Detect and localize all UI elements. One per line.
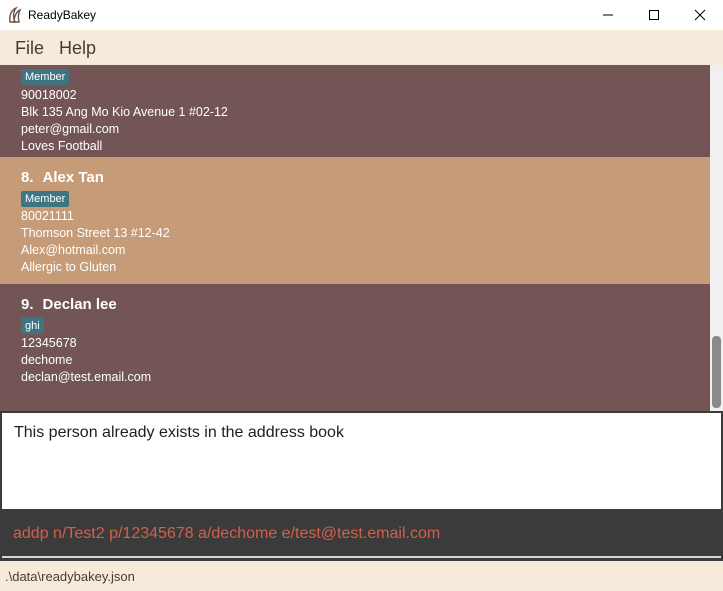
person-email: declan@test.email.com bbox=[21, 370, 152, 384]
person-phone: 90018002 bbox=[21, 88, 77, 102]
minimize-icon bbox=[603, 14, 613, 16]
maximize-button[interactable] bbox=[631, 0, 677, 30]
person-phone: 12345678 bbox=[21, 336, 77, 350]
person-card[interactable]: Member 90018002 Blk 135 Ang Mo Kio Avenu… bbox=[0, 65, 710, 157]
title-bar: ReadyBakey bbox=[0, 0, 723, 30]
command-input[interactable] bbox=[0, 511, 723, 556]
window-title: ReadyBakey bbox=[28, 8, 97, 22]
person-remark: Allergic to Gluten bbox=[21, 260, 117, 274]
maximize-icon bbox=[649, 10, 659, 20]
person-email: Alex@hotmail.com bbox=[21, 243, 126, 257]
person-email: peter@gmail.com bbox=[21, 122, 120, 136]
person-name: 9. Declan lee bbox=[21, 296, 117, 313]
menu-help[interactable]: Help bbox=[59, 38, 96, 59]
person-name-text: Alex Tan bbox=[42, 169, 104, 186]
save-file-path: .\data\readybakey.json bbox=[5, 569, 135, 584]
result-message: This person already exists in the addres… bbox=[14, 424, 344, 441]
person-card-selected[interactable]: 8. Alex Tan Member 80021111 Thomson Stree… bbox=[0, 157, 710, 284]
command-box bbox=[0, 511, 723, 561]
status-bar: .\data\readybakey.json bbox=[0, 561, 723, 591]
close-button[interactable] bbox=[677, 0, 723, 30]
person-name-text: Declan lee bbox=[42, 296, 117, 313]
close-icon bbox=[694, 9, 706, 21]
person-name: 8. Alex Tan bbox=[21, 169, 104, 186]
minimize-button[interactable] bbox=[585, 0, 631, 30]
person-phone: 80021111 bbox=[21, 209, 74, 223]
result-display: This person already exists in the addres… bbox=[0, 411, 723, 511]
person-index: 9. bbox=[21, 296, 34, 313]
bakery-logo-icon bbox=[9, 6, 22, 23]
person-tag: Member bbox=[21, 191, 70, 207]
command-underline bbox=[2, 556, 721, 558]
menu-file[interactable]: File bbox=[15, 38, 44, 59]
person-remark: Loves Football bbox=[21, 139, 103, 153]
person-address: Blk 135 Ang Mo Kio Avenue 1 #02-12 bbox=[21, 105, 228, 119]
person-address: dechome bbox=[21, 353, 73, 367]
person-tag: Member bbox=[21, 69, 70, 85]
menu-bar: File Help bbox=[0, 30, 723, 65]
list-scrollbar-thumb[interactable] bbox=[712, 336, 721, 408]
person-address: Thomson Street 13 #12-42 bbox=[21, 226, 170, 240]
person-card[interactable]: 9. Declan lee ghi 12345678 dechome declan… bbox=[0, 284, 710, 411]
person-tag: ghi bbox=[21, 318, 44, 334]
person-list[interactable]: Member 90018002 Blk 135 Ang Mo Kio Avenu… bbox=[0, 65, 710, 411]
person-index: 8. bbox=[21, 169, 34, 186]
